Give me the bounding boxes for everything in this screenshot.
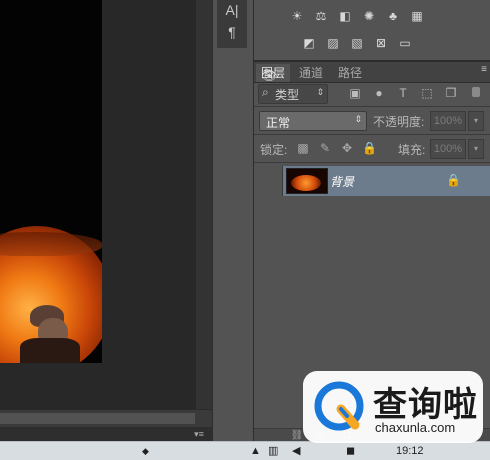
selective-color-icon[interactable]: ⊠ [374,37,388,50]
thumbnail-image [291,175,321,191]
divider [254,162,490,163]
os-taskbar: ◆ ▲ ▥ ◀ ◼ 19:12 [0,441,490,460]
collapsed-panel-strip: A| ¶ [212,0,254,441]
tray-icon[interactable]: ◆ [142,442,149,460]
character-panel-icon[interactable]: A| [221,0,243,20]
tray-icon[interactable]: ◼ [346,442,355,460]
chevron-updown-icon: ⇕ [316,87,324,97]
watermark-badge: 查询啦 chaxunla.com [303,371,483,443]
chevron-updown-icon: ⇕ [354,114,362,124]
exposure-icon[interactable]: ✺ [362,10,376,23]
lock-position-icon[interactable]: ✥ [340,141,354,155]
opacity-label: 不透明度: [373,115,425,129]
brightness-contrast-icon[interactable]: ☀ [290,10,304,23]
pixel-filter-icon[interactable]: ▣ [348,86,362,100]
opacity-input[interactable]: 100% [430,111,466,131]
lock-transparency-icon[interactable]: ▩ [296,141,310,155]
canvas-vertical-scrollbar[interactable] [196,0,212,409]
opacity-dropdown-icon[interactable]: ▾ [468,111,484,131]
layer-thumbnail[interactable] [286,168,328,194]
filter-kind-label: 类型 [275,88,300,102]
status-bar [0,427,212,441]
blend-mode-select[interactable]: 正常 ⇕ [259,111,367,131]
fill-dropdown-icon[interactable]: ▾ [468,139,484,159]
tray-icon[interactable]: ▲ [250,442,261,460]
gradient-map-icon[interactable]: ▨ [326,37,340,50]
lock-icon: 🔒 [446,173,461,187]
person-body [20,338,80,363]
eye-icon[interactable]: 👁 [261,69,278,83]
layer-name[interactable]: 背景 [330,173,354,190]
fill-input[interactable]: 100% [430,139,466,159]
fill-label: 填充: [398,143,426,157]
watermark-logo [314,381,364,431]
smart-object-filter-icon[interactable]: ❐ [444,86,458,100]
network-icon[interactable]: ▥ [268,442,278,460]
scrollbar-thumb[interactable] [0,413,195,424]
type-filter-icon[interactable]: T [396,86,410,100]
adjustment-filter-icon[interactable]: ● [372,86,386,100]
watermark-title: 查询啦 [373,385,478,425]
tab-paths[interactable]: 路径 [333,64,367,82]
threshold-icon[interactable]: ▧ [350,37,364,50]
status-menu-icon[interactable]: ▾≡ [190,427,208,441]
volume-icon[interactable]: ◀ [292,442,300,460]
watermark-url: chaxunla.com [375,420,456,435]
lock-pixels-icon[interactable]: ✎ [318,141,332,155]
vibrance-icon[interactable]: ♣ [386,10,400,23]
levels-icon[interactable]: ⚖ [314,10,328,23]
lock-all-icon[interactable]: 🔒 [362,141,377,155]
blend-mode-value: 正常 [266,116,291,130]
clock-time[interactable]: 19:12 [396,442,424,460]
search-icon: ⌕ [262,85,269,99]
paragraph-panel-icon[interactable]: ¶ [221,22,243,42]
tab-channels[interactable]: 通道 [294,64,328,82]
document-image[interactable] [0,0,102,363]
visibility-column [254,166,283,196]
document-canvas[interactable] [0,0,212,409]
divider [254,134,490,135]
canvas-horizontal-scrollbar[interactable] [0,409,212,428]
panel-menu-icon[interactable]: ≡ [481,64,487,75]
lantern-top [0,232,102,256]
layer-filter-select[interactable]: ⌕ 类型 ⇕ [258,84,328,104]
shape-filter-icon[interactable]: ⬚ [420,86,434,100]
adjustments-panel: ☀ ⚖ ◧ ✺ ♣ ▦ ◩ ▨ ▧ ⊠ ▭ [254,0,490,62]
curves-icon[interactable]: ◧ [338,10,352,23]
filter-toggle-switch[interactable] [472,87,480,97]
divider [254,106,490,107]
lock-label: 锁定: [260,143,288,157]
channel-mixer-icon[interactable]: ▦ [410,10,424,23]
panel-tab-bar: 图层 通道 路径 ≡ [254,62,490,83]
photo-filter-icon[interactable]: ◩ [302,37,316,50]
invert-icon[interactable]: ▭ [398,37,412,50]
